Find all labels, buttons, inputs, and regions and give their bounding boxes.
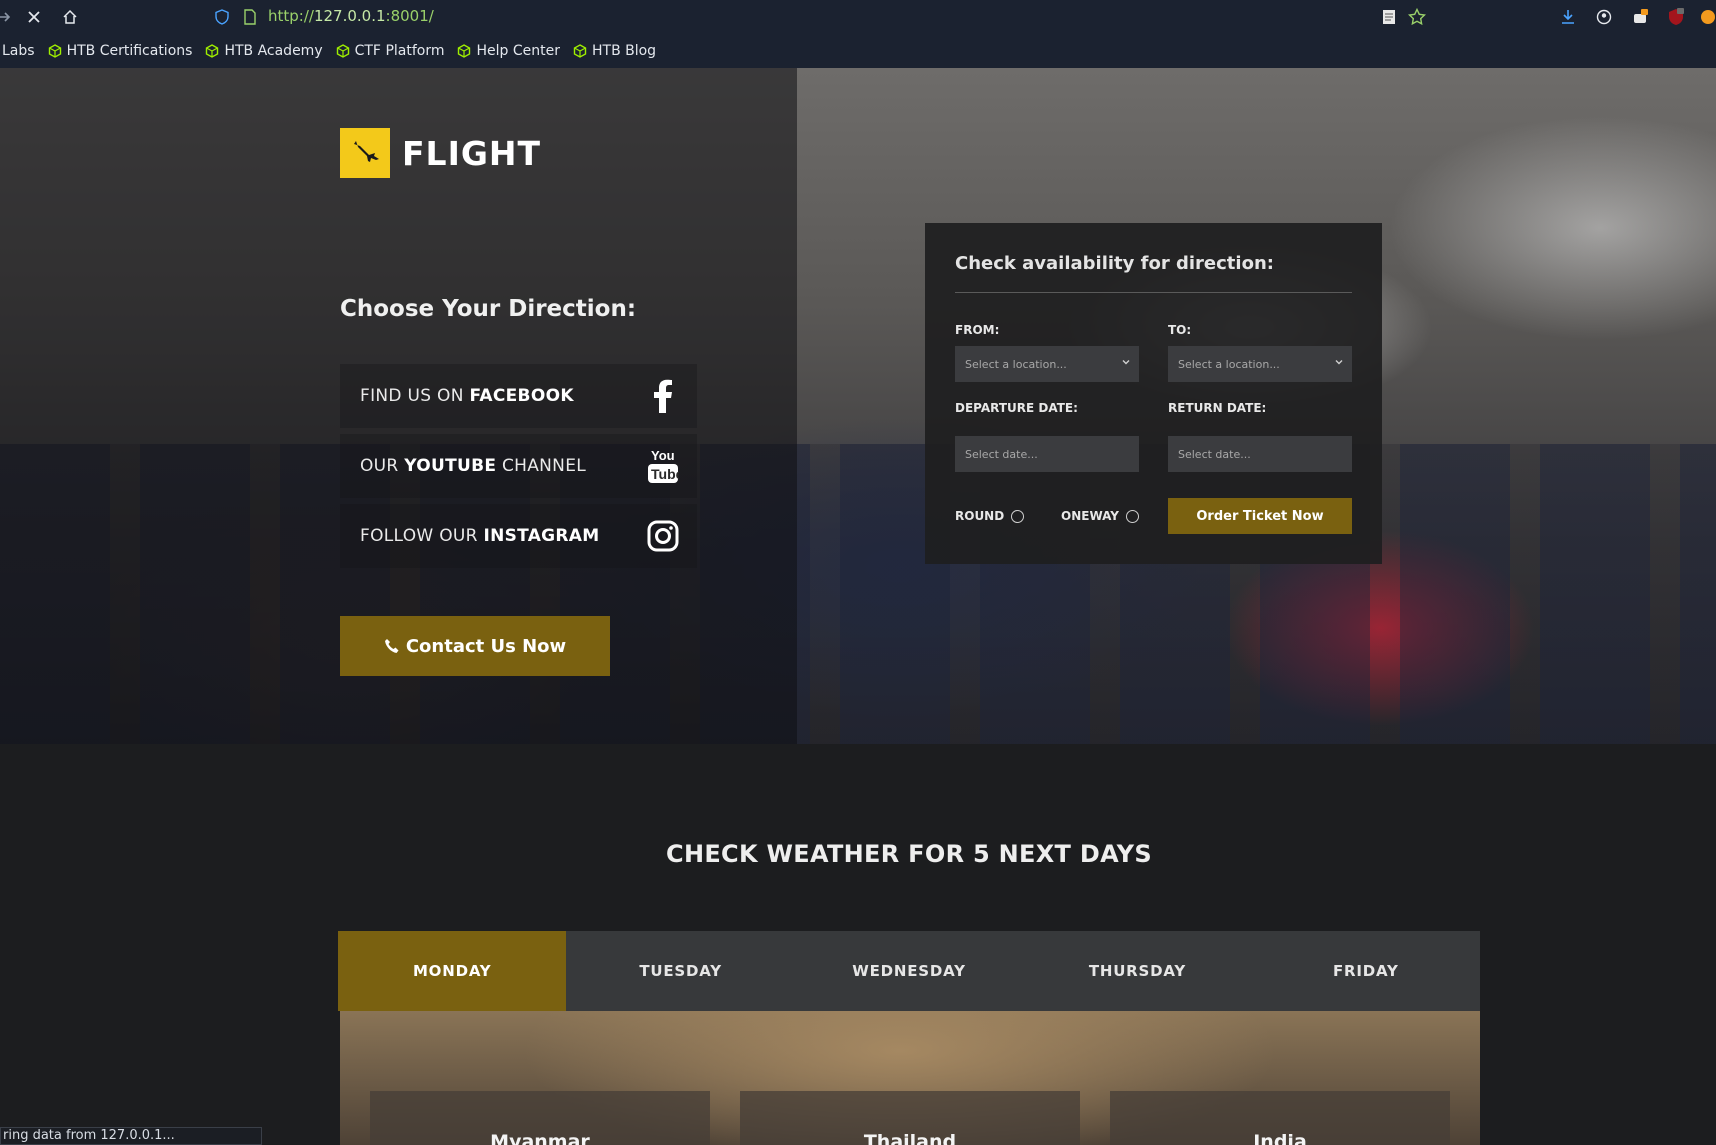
- departure-date-input[interactable]: Select date...: [955, 436, 1139, 472]
- htb-cube-icon: [336, 44, 349, 58]
- tab-monday[interactable]: MONDAY: [338, 931, 567, 1011]
- booking-title: Check availability for direction:: [955, 253, 1352, 293]
- url-rest: :8001/: [385, 7, 434, 25]
- return-date-placeholder: Select date...: [1178, 447, 1251, 461]
- tab-wednesday[interactable]: WEDNESDAY: [795, 931, 1023, 1011]
- hero-section: FLIGHT Choose Your Direction: FIND US ON…: [0, 68, 1716, 744]
- chevron-down-icon: [1122, 360, 1130, 365]
- city-name: Myanmar: [490, 1131, 590, 1145]
- from-select[interactable]: Select a location...: [955, 346, 1139, 382]
- radio-circle[interactable]: [1011, 509, 1025, 523]
- url-scheme: http://: [268, 7, 314, 25]
- bookmark-ctf-platform[interactable]: CTF Platform: [336, 43, 445, 59]
- browser-toolbar: http://127.0.0.1:8001/: [0, 0, 1716, 34]
- shield-icon[interactable]: [210, 5, 234, 29]
- url-host: 127.0.0.1: [313, 7, 386, 25]
- social-label: OUR YOUTUBE CHANNEL: [360, 456, 587, 476]
- to-label: TO:: [1168, 323, 1192, 337]
- instagram-icon: [643, 516, 683, 556]
- return-date-input[interactable]: Select date...: [1168, 436, 1352, 472]
- extension-icon[interactable]: [1628, 5, 1652, 29]
- htb-cube-icon: [458, 44, 471, 58]
- status-bar: ring data from 127.0.0.1...: [0, 1127, 262, 1145]
- social-instagram[interactable]: FOLLOW OUR INSTAGRAM: [340, 504, 697, 568]
- chevron-down-icon: [1335, 360, 1343, 365]
- booking-panel: Check availability for direction: FROM: …: [925, 223, 1382, 564]
- bookmark-label: CTF Platform: [354, 43, 445, 59]
- bookmark-label: HTB Certifications: [66, 43, 193, 59]
- tab-tuesday[interactable]: TUESDAY: [566, 931, 794, 1011]
- bookmark-htb-blog[interactable]: HTB Blog: [573, 43, 656, 59]
- city-name: Thailand: [863, 1131, 957, 1145]
- bookmark-label: Help Center: [476, 43, 560, 59]
- bookmark-star-icon[interactable]: [1405, 5, 1429, 29]
- weather-heading: CHECK WEATHER FOR 5 NEXT DAYS: [666, 840, 1152, 868]
- site-logo[interactable]: FLIGHT: [340, 128, 541, 178]
- plane-icon: [340, 128, 390, 178]
- choose-direction-heading: Choose Your Direction:: [340, 296, 637, 322]
- social-label: FOLLOW OUR INSTAGRAM: [360, 526, 600, 546]
- from-select-value: Select a location...: [965, 357, 1067, 371]
- social-label: FIND US ON FACEBOOK: [360, 386, 574, 406]
- home-icon[interactable]: [58, 5, 82, 29]
- bookmark-label: HTB Blog: [591, 43, 657, 59]
- round-radio[interactable]: ROUND: [955, 509, 1025, 523]
- to-select[interactable]: Select a location...: [1168, 346, 1352, 382]
- downloads-icon[interactable]: [1556, 5, 1580, 29]
- radio-circle[interactable]: [1125, 509, 1139, 523]
- social-youtube[interactable]: OUR YOUTUBE CHANNEL You Tube: [340, 434, 697, 498]
- phone-icon: [384, 639, 399, 653]
- tab-friday[interactable]: FRIDAY: [1252, 931, 1480, 1011]
- url-bar[interactable]: http://127.0.0.1:8001/: [268, 7, 434, 25]
- svg-text:Tube: Tube: [651, 466, 679, 482]
- stop-icon[interactable]: [22, 5, 46, 29]
- from-label: FROM:: [955, 323, 1000, 337]
- facebook-icon: [643, 376, 683, 416]
- bookmark-htb-academy[interactable]: HTB Academy: [205, 43, 323, 59]
- page-icon[interactable]: [238, 5, 262, 29]
- bookmark-help-center[interactable]: Help Center: [457, 43, 560, 59]
- extension-2-icon[interactable]: [1696, 5, 1716, 29]
- return-label: RETURN DATE:: [1168, 401, 1267, 415]
- city-name: India: [1253, 1131, 1307, 1145]
- departure-label: DEPARTURE DATE:: [955, 401, 1078, 415]
- weather-panel: Myanmar Thailand India: [340, 1011, 1480, 1145]
- reader-view-icon[interactable]: [1377, 5, 1401, 29]
- bookmark-label: HTB Academy: [224, 43, 323, 59]
- forward-icon[interactable]: [0, 5, 16, 29]
- round-label: ROUND: [955, 509, 1005, 523]
- logo-text: FLIGHT: [402, 133, 542, 173]
- oneway-radio[interactable]: ONEWAY: [1061, 509, 1139, 523]
- bookmark-htb-certifications[interactable]: HTB Certifications: [48, 43, 193, 59]
- ublock-icon[interactable]: [1664, 5, 1688, 29]
- contact-us-label: Contact Us Now: [405, 635, 567, 657]
- to-select-value: Select a location...: [1178, 357, 1280, 371]
- order-ticket-button[interactable]: Order Ticket Now: [1168, 498, 1352, 534]
- account-icon[interactable]: [1592, 5, 1616, 29]
- tab-thursday[interactable]: THURSDAY: [1023, 931, 1251, 1011]
- city-card-india[interactable]: India: [1110, 1091, 1450, 1145]
- youtube-icon: You Tube: [643, 446, 683, 486]
- bookmark-label: Labs: [2, 43, 35, 59]
- bookmarks-bar: Labs HTB Certifications HTB Academy CTF …: [0, 34, 1716, 68]
- svg-text:You: You: [651, 448, 675, 463]
- htb-cube-icon: [48, 44, 61, 58]
- social-facebook[interactable]: FIND US ON FACEBOOK: [340, 364, 697, 428]
- oneway-label: ONEWAY: [1061, 509, 1119, 523]
- weather-day-tabs: MONDAY TUESDAY WEDNESDAY THURSDAY FRIDAY: [338, 931, 1480, 1011]
- departure-date-placeholder: Select date...: [965, 447, 1038, 461]
- city-card-thailand[interactable]: Thailand: [740, 1091, 1080, 1145]
- contact-us-button[interactable]: Contact Us Now: [340, 616, 610, 676]
- bookmark-labs[interactable]: Labs: [2, 43, 35, 59]
- city-card-myanmar[interactable]: Myanmar: [370, 1091, 710, 1145]
- htb-cube-icon: [573, 44, 587, 58]
- htb-cube-icon: [206, 44, 219, 58]
